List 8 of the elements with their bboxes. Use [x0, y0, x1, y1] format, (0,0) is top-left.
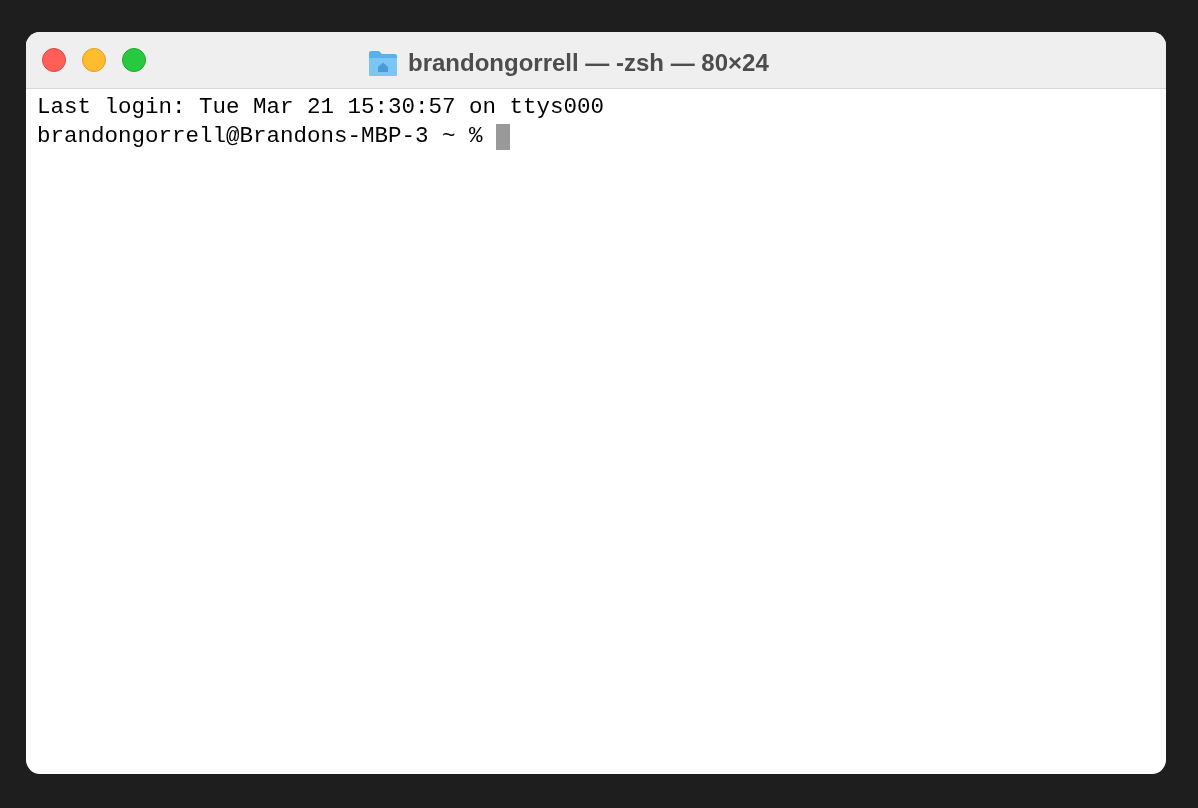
close-button[interactable]: [42, 48, 66, 72]
minimize-button[interactable]: [82, 48, 106, 72]
window-title: brandongorrell — -zsh — 80×24: [408, 48, 769, 78]
terminal-output: Last login: Tue Mar 21 15:30:57 on ttys000: [37, 93, 605, 122]
text-cursor: [495, 123, 510, 150]
home-folder-icon: [368, 49, 398, 77]
shell-prompt: brandongorrell@Brandons-MBP-3 ~ %: [37, 122, 483, 151]
zoom-button[interactable]: [122, 48, 146, 72]
